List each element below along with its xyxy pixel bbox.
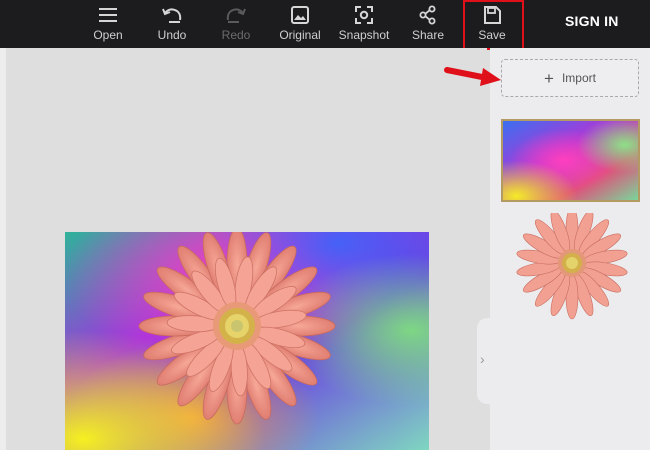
import-button[interactable]: + Import <box>501 59 639 97</box>
snapshot-label: Snapshot <box>338 28 390 42</box>
undo-button[interactable]: Undo <box>155 0 189 48</box>
open-button[interactable]: Open <box>91 0 125 48</box>
plus-icon: + <box>544 68 554 88</box>
original-label: Original <box>279 28 321 42</box>
canvas-image[interactable] <box>65 232 429 450</box>
image-icon <box>291 5 309 25</box>
redo-button[interactable]: Redo <box>219 0 253 48</box>
panel-collapse-handle[interactable]: › <box>477 318 497 404</box>
snapshot-button[interactable]: Snapshot <box>336 0 392 48</box>
top-toolbar: Open Undo Redo Original Snapshot Share S… <box>0 0 650 50</box>
red-arrow-annotation <box>444 67 501 86</box>
redo-icon <box>225 5 247 25</box>
hamburger-menu-icon <box>99 5 117 25</box>
share-label: Share <box>411 28 445 42</box>
redo-label: Redo <box>221 28 251 42</box>
rainbow-background-thumbnail[interactable] <box>501 119 640 202</box>
share-icon <box>419 5 437 25</box>
open-label: Open <box>93 28 123 42</box>
undo-label: Undo <box>157 28 187 42</box>
sign-in-button[interactable]: SIGN IN <box>565 13 619 29</box>
undo-icon <box>161 5 183 25</box>
original-button[interactable]: Original <box>276 0 324 48</box>
snapshot-icon <box>355 5 373 25</box>
share-button[interactable]: Share <box>410 0 446 48</box>
chevron-right-icon: › <box>480 351 485 367</box>
save-highlight-box <box>463 0 524 50</box>
import-label: Import <box>561 71 596 85</box>
flower-thumbnail[interactable] <box>502 206 638 323</box>
